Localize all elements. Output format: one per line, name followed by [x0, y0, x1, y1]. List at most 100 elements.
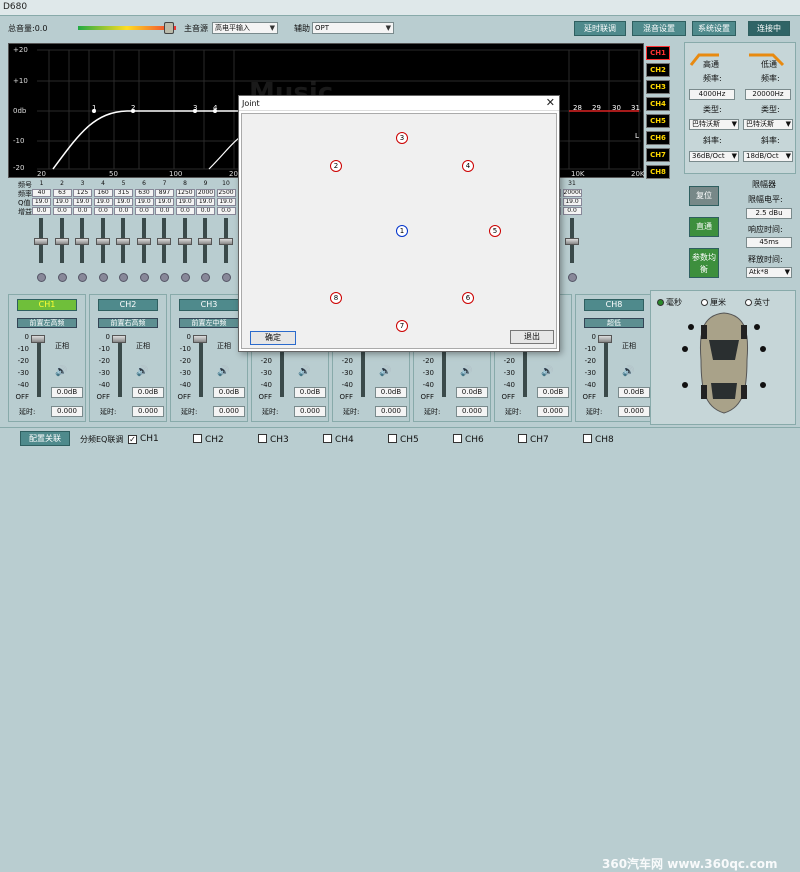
band-gain-input[interactable]: 0.0 — [196, 207, 215, 215]
connecting-button[interactable]: 连接中 — [748, 21, 790, 36]
speaker-icon[interactable]: 🔊 — [541, 367, 553, 377]
channel-button-ch3[interactable]: CH3 — [646, 80, 670, 94]
channel-preset-select[interactable]: 前置左中频 — [179, 318, 239, 328]
band-q-input[interactable]: 19.0 — [134, 198, 154, 206]
band-freq-input[interactable]: 315 — [114, 189, 133, 197]
master-volume-knob[interactable] — [164, 22, 174, 34]
band-bypass-icon[interactable] — [119, 273, 128, 282]
position-button-6[interactable]: 6 — [462, 292, 474, 304]
link-checkbox-6[interactable]: CH6 — [453, 434, 484, 445]
channel-button-ch5[interactable]: CH5 — [646, 114, 670, 128]
channel-delay-input[interactable]: 0.000 — [213, 406, 245, 417]
channel-strip-header[interactable]: CH8 — [584, 299, 644, 311]
main-source-select[interactable]: 高电平输入 ▼ — [212, 22, 278, 34]
channel-button-ch2[interactable]: CH2 — [646, 63, 670, 77]
limiter-level-input[interactable]: 2.5 dBu — [746, 208, 792, 219]
band-gain-knob[interactable] — [564, 238, 579, 245]
band-gain-knob[interactable] — [54, 238, 69, 245]
channel-delay-input[interactable]: 0.000 — [537, 406, 569, 417]
channel-volume-knob[interactable] — [598, 335, 612, 343]
band-gain-knob[interactable] — [218, 238, 233, 245]
hp-type-select[interactable]: 巴特沃斯 ▼ — [689, 119, 739, 130]
band-gain-input[interactable]: 0.0 — [175, 207, 195, 215]
band-freq-input[interactable]: 63 — [52, 189, 72, 197]
speaker-icon[interactable]: 🔊 — [379, 367, 391, 377]
speaker-icon[interactable]: 🔊 — [460, 367, 472, 377]
link-checkbox-3[interactable]: CH3 — [258, 434, 289, 445]
band-freq-input[interactable]: 2500 — [216, 189, 236, 197]
band-gain-input[interactable]: 0.0 — [73, 207, 92, 215]
position-button-5[interactable]: 5 — [489, 225, 501, 237]
band-q-input[interactable]: 19.0 — [196, 198, 215, 206]
band-q-input[interactable]: 19.0 — [155, 198, 174, 206]
limiter-attack-input[interactable]: 45ms — [746, 237, 792, 248]
channel-gain-input[interactable]: 0.0dB — [618, 387, 650, 398]
band-q-input[interactable]: 19.0 — [114, 198, 133, 206]
position-button-2[interactable]: 2 — [330, 160, 342, 172]
direct-button[interactable]: 直通 — [689, 217, 719, 237]
reset-button[interactable]: 复位 — [689, 186, 719, 206]
channel-delay-input[interactable]: 0.000 — [132, 406, 164, 417]
band-gain-input[interactable]: 0.0 — [155, 207, 174, 215]
band-bypass-icon[interactable] — [57, 273, 67, 282]
band-gain-input[interactable]: 0.0 — [562, 207, 582, 215]
config-link-button[interactable]: 配置关联 — [20, 431, 70, 446]
close-icon[interactable]: ✕ — [546, 96, 555, 109]
channel-gain-input[interactable]: 0.0dB — [294, 387, 326, 398]
band-q-input[interactable]: 19.0 — [73, 198, 92, 206]
channel-strip-header[interactable]: CH1 — [17, 299, 77, 311]
band-q-input[interactable]: 19.0 — [216, 198, 236, 206]
mix-setting-button[interactable]: 混音设置 — [632, 21, 686, 36]
channel-preset-select[interactable]: 超低 — [584, 318, 644, 328]
channel-volume-slider[interactable] — [604, 335, 608, 397]
channel-delay-input[interactable]: 0.000 — [375, 406, 407, 417]
channel-button-ch1[interactable]: CH1 — [646, 46, 670, 60]
position-button-7[interactable]: 7 — [396, 320, 408, 332]
band-q-input[interactable]: 19.0 — [175, 198, 195, 206]
position-button-8[interactable]: 8 — [330, 292, 342, 304]
delay-link-button[interactable]: 延时联调 — [574, 21, 626, 36]
position-button-1[interactable]: 1 — [396, 225, 408, 237]
band-gain-knob[interactable] — [116, 238, 130, 245]
channel-gain-input[interactable]: 0.0dB — [51, 387, 83, 398]
band-gain-knob[interactable] — [177, 238, 192, 245]
link-checkbox-5[interactable]: CH5 — [388, 434, 419, 445]
channel-volume-slider[interactable] — [37, 335, 41, 397]
channel-delay-input[interactable]: 0.000 — [618, 406, 650, 417]
band-freq-input[interactable]: 160 — [93, 189, 113, 197]
ok-button[interactable]: 确定 — [250, 331, 296, 345]
speaker-icon[interactable]: 🔊 — [55, 367, 67, 377]
speaker-icon[interactable]: 🔊 — [217, 367, 229, 377]
channel-gain-input[interactable]: 0.0dB — [213, 387, 245, 398]
speaker-icon[interactable]: 🔊 — [622, 367, 634, 377]
channel-gain-input[interactable]: 0.0dB — [456, 387, 488, 398]
system-setting-button[interactable]: 系统设置 — [692, 21, 736, 36]
channel-volume-slider[interactable] — [118, 335, 122, 397]
channel-gain-input[interactable]: 0.0dB — [537, 387, 569, 398]
band-q-input[interactable]: 19.0 — [562, 198, 582, 206]
channel-preset-select[interactable]: 前置左高频 — [17, 318, 77, 328]
channel-volume-knob[interactable] — [31, 335, 45, 343]
band-gain-knob[interactable] — [34, 238, 48, 245]
channel-volume-knob[interactable] — [193, 335, 207, 343]
band-gain-knob[interactable] — [198, 238, 212, 245]
band-gain-knob[interactable] — [95, 238, 110, 245]
exit-button[interactable]: 退出 — [510, 330, 554, 344]
band-bypass-icon[interactable] — [201, 273, 210, 282]
param-eq-button[interactable]: 参数均衡 — [689, 248, 719, 278]
band-freq-input[interactable]: 630 — [134, 189, 154, 197]
channel-button-ch7[interactable]: CH7 — [646, 148, 670, 162]
lp-slope-select[interactable]: 18dB/Oct ▼ — [743, 151, 793, 162]
band-freq-input[interactable]: 2000 — [196, 189, 215, 197]
band-gain-input[interactable]: 0.0 — [134, 207, 154, 215]
link-checkbox-1[interactable]: ✓ CH1 — [128, 434, 159, 444]
band-bypass-icon[interactable] — [160, 273, 169, 282]
master-volume-slider[interactable] — [78, 26, 176, 30]
channel-button-ch6[interactable]: CH6 — [646, 131, 670, 145]
channel-delay-input[interactable]: 0.000 — [294, 406, 326, 417]
link-checkbox-2[interactable]: CH2 — [193, 434, 224, 445]
channel-volume-slider[interactable] — [199, 335, 203, 397]
band-freq-input[interactable]: 1250 — [175, 189, 195, 197]
band-bypass-icon[interactable] — [221, 273, 231, 282]
band-q-input[interactable]: 19.0 — [52, 198, 72, 206]
